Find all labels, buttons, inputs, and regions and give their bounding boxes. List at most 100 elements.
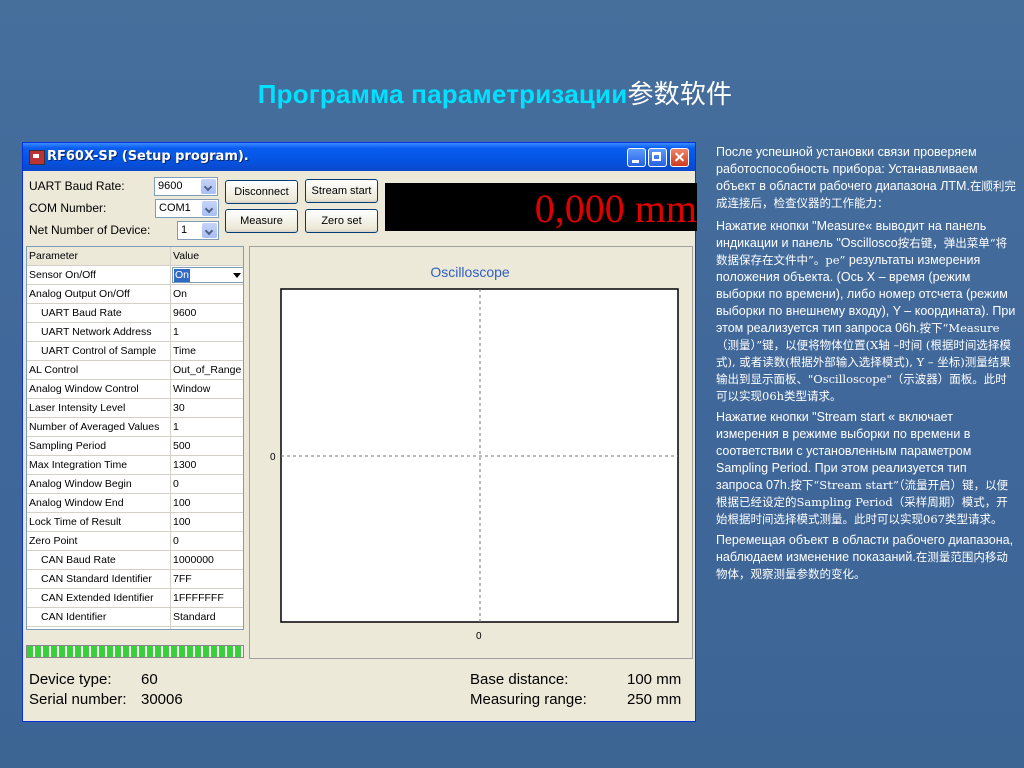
grid-row-value: Standard bbox=[173, 611, 216, 623]
measure-button[interactable]: Measure bbox=[225, 209, 298, 233]
grid-row-value: Time bbox=[173, 345, 196, 357]
grid-row-value-select[interactable]: On bbox=[172, 267, 243, 283]
grid-header-value: Value bbox=[173, 250, 200, 262]
oscilloscope-panel: Oscilloscope 0 0 bbox=[249, 246, 693, 659]
grid-row[interactable]: Number of Averaged Values 1 bbox=[27, 418, 243, 437]
grid-row-value: On bbox=[174, 269, 191, 282]
grid-row-value: 0 bbox=[173, 535, 179, 547]
net-number-select[interactable]: 1 bbox=[177, 221, 219, 240]
note-3: Нажатие кнопки "Stream start « включает … bbox=[716, 409, 1016, 528]
grid-header-parameter: Parameter bbox=[29, 250, 79, 262]
uart-baud-value: 9600 bbox=[158, 180, 183, 192]
close-icon[interactable] bbox=[670, 148, 689, 167]
net-number-value: 1 bbox=[181, 224, 188, 236]
grid-row-parameter: CAN Baud Rate bbox=[41, 554, 116, 566]
grid-row[interactable]: Sampling Period 500 bbox=[27, 437, 243, 456]
uart-baud-label: UART Baud Rate: bbox=[29, 179, 125, 193]
grid-row-value: Window bbox=[173, 383, 211, 395]
grid-row-parameter: Analog Window Begin bbox=[29, 478, 132, 490]
measuring-range-value: 250 mm bbox=[627, 691, 682, 708]
grid-row-value: 1300 bbox=[173, 459, 197, 471]
chevron-down-icon[interactable] bbox=[201, 179, 216, 194]
x-tick-label: 0 bbox=[476, 631, 482, 642]
uart-baud-select[interactable]: 9600 bbox=[154, 177, 218, 196]
grid-row[interactable]: Analog Output On/Off On bbox=[27, 285, 243, 304]
grid-row-value: 0 bbox=[173, 478, 179, 490]
serial-number-value: 30006 bbox=[141, 691, 183, 708]
grid-row-parameter: UART Baud Rate bbox=[41, 307, 122, 319]
y-tick-label: 0 bbox=[270, 452, 276, 463]
notes-panel: После успешной установки связи проверяем… bbox=[716, 144, 1016, 583]
oscilloscope-title: Oscilloscope bbox=[430, 264, 510, 280]
grid-row[interactable]: UART Network Address 1 bbox=[27, 323, 243, 342]
note-2: Нажатие кнопки "Measure« выводит на пане… bbox=[716, 218, 1016, 405]
grid-row[interactable]: CAN Standard Identifier 7FF bbox=[27, 570, 243, 589]
progress-bar bbox=[26, 645, 244, 658]
com-number-select[interactable]: COM1 bbox=[155, 199, 219, 218]
grid-row[interactable]: UART Baud Rate 9600 bbox=[27, 304, 243, 323]
window-titlebar[interactable]: RF60X-SP (Setup program). bbox=[23, 143, 695, 171]
grid-row-value: 7FF bbox=[173, 573, 192, 585]
grid-row-parameter: Number of Averaged Values bbox=[29, 421, 160, 433]
grid-row[interactable]: CAN Baud Rate 1000000 bbox=[27, 551, 243, 570]
grid-row[interactable]: CAN Extended Identifier 1FFFFFFF bbox=[27, 589, 243, 608]
window-title: RF60X-SP (Setup program). bbox=[47, 149, 249, 164]
grid-row-value: On bbox=[173, 288, 188, 300]
grid-row[interactable]: CAN ModeRemote bbox=[27, 627, 243, 629]
grid-row[interactable]: Analog Window Begin 0 bbox=[27, 475, 243, 494]
com-number-label: COM Number: bbox=[29, 201, 107, 215]
parameter-grid[interactable]: Parameter Value Sensor On/Off On Analog Ou… bbox=[26, 246, 244, 630]
grid-row-parameter: Sampling Period bbox=[29, 440, 107, 452]
grid-header: Parameter Value bbox=[27, 247, 243, 266]
chevron-down-icon[interactable] bbox=[233, 273, 241, 278]
grid-row-parameter: Laser Intensity Level bbox=[29, 402, 126, 414]
zero-set-button[interactable]: Zero set bbox=[305, 209, 378, 233]
device-type-value: 60 bbox=[141, 671, 158, 688]
minimize-icon[interactable] bbox=[627, 148, 646, 167]
grid-row-parameter: UART Control of Sample bbox=[41, 345, 157, 357]
oscilloscope-plot: Oscilloscope 0 0 bbox=[270, 264, 679, 642]
grid-row[interactable]: Zero Point 0 bbox=[27, 532, 243, 551]
grid-row-parameter: CAN Extended Identifier bbox=[41, 592, 154, 604]
readout-value: 0,000 mm bbox=[534, 186, 697, 231]
grid-row-parameter: CAN Standard Identifier bbox=[41, 573, 152, 585]
grid-row[interactable]: Analog Window Control Window bbox=[27, 380, 243, 399]
grid-row-parameter: AL Control bbox=[29, 364, 79, 376]
base-distance-label: Base distance: bbox=[470, 671, 569, 688]
measuring-range-label: Measuring range: bbox=[470, 691, 587, 708]
grid-row[interactable]: Max Integration Time 1300 bbox=[27, 456, 243, 475]
grid-row-parameter: Max Integration Time bbox=[29, 459, 128, 471]
disconnect-button[interactable]: Disconnect bbox=[225, 180, 298, 204]
grid-row[interactable]: CAN Identifier Standard bbox=[27, 608, 243, 627]
grid-row-value: 1 bbox=[173, 421, 179, 433]
grid-row[interactable]: Analog Window End 100 bbox=[27, 494, 243, 513]
grid-row-value: 100 bbox=[173, 497, 191, 509]
setup-program-window: RF60X-SP (Setup program). UART Baud Rate… bbox=[22, 142, 697, 722]
grid-row-parameter: Analog Window Control bbox=[29, 383, 139, 395]
chevron-down-icon[interactable] bbox=[202, 201, 217, 216]
grid-row-parameter: CAN Identifier bbox=[41, 611, 107, 623]
slide-title-ru: Программа параметризации bbox=[257, 79, 628, 109]
grid-row-value: 1FFFFFFF bbox=[173, 592, 224, 604]
grid-row[interactable]: Laser Intensity Level 30 bbox=[27, 399, 243, 418]
grid-row-value: 30 bbox=[173, 402, 185, 414]
grid-row-parameter: Analog Output On/Off bbox=[29, 288, 130, 300]
measurement-readout: 0,000 mm bbox=[385, 183, 697, 231]
maximize-icon[interactable] bbox=[648, 148, 667, 167]
grid-row[interactable]: UART Control of Sample Time bbox=[27, 342, 243, 361]
grid-row[interactable]: Sensor On/Off On bbox=[27, 266, 243, 285]
grid-row-value: Out_of_Range bbox=[173, 364, 242, 376]
grid-row-value: 500 bbox=[173, 440, 191, 452]
device-type-label: Device type: bbox=[29, 671, 112, 688]
note-4: Перемещая объект в области рабочего диап… bbox=[716, 532, 1016, 583]
grid-row-parameter: UART Network Address bbox=[41, 326, 152, 338]
chevron-down-icon[interactable] bbox=[202, 223, 217, 238]
base-distance-value: 100 mm bbox=[627, 671, 682, 688]
stream-start-button[interactable]: Stream start bbox=[305, 179, 378, 203]
grid-row[interactable]: AL Control Out_of_Range bbox=[27, 361, 243, 380]
grid-row-value: 1000000 bbox=[173, 554, 214, 566]
grid-row[interactable]: Lock Time of Result 100 bbox=[27, 513, 243, 532]
grid-row-value: 9600 bbox=[173, 307, 197, 319]
grid-row-value: 100 bbox=[173, 516, 191, 528]
grid-row-parameter: Analog Window End bbox=[29, 497, 124, 509]
